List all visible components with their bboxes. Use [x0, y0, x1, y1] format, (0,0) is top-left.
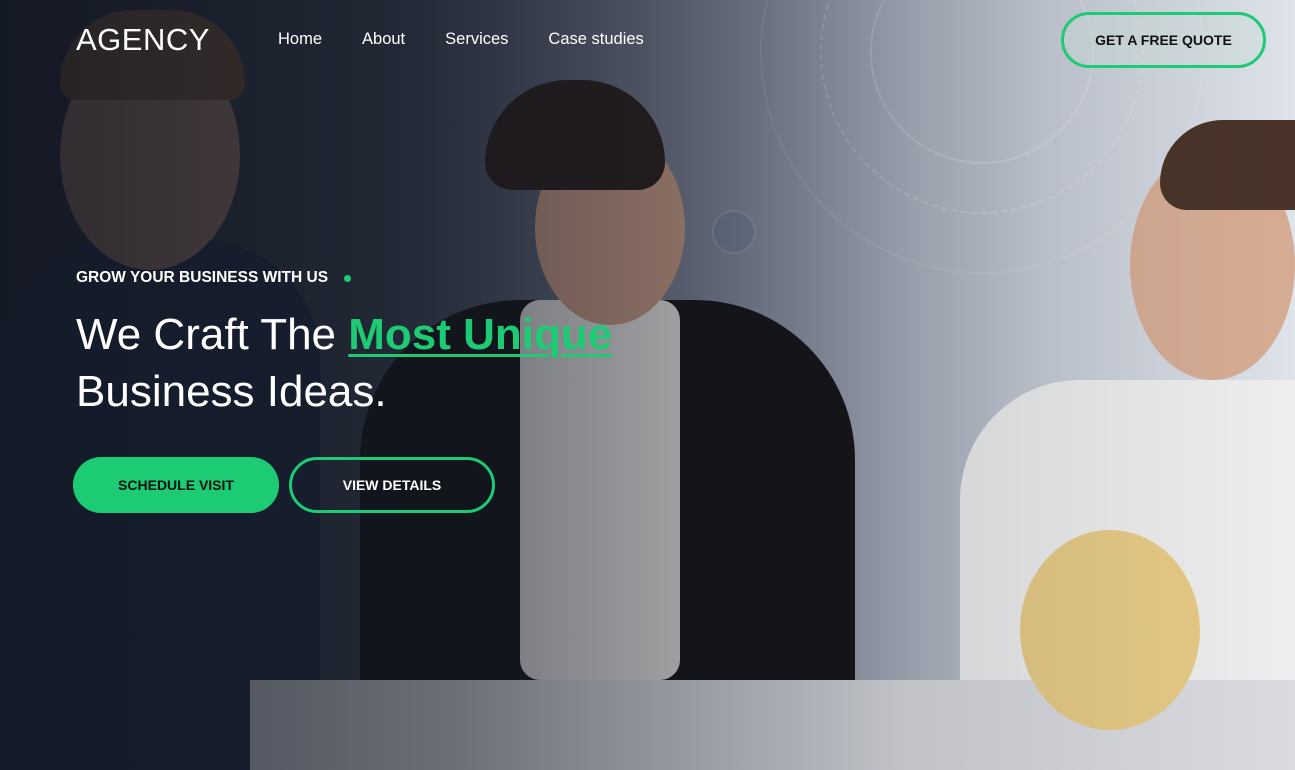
headline-highlight: Most Unique: [348, 310, 613, 359]
nav-item-about[interactable]: About: [362, 30, 405, 49]
view-details-button[interactable]: VIEW DETAILS: [289, 457, 495, 513]
hero-headline: We Craft The Most Unique Business Ideas.: [76, 306, 636, 420]
headline-part-2: Business Ideas.: [76, 367, 387, 416]
eyebrow-text: GROW YOUR BUSINESS WITH US: [76, 269, 329, 286]
hero-eyebrow: GROW YOUR BUSINESS WITH US: [76, 269, 352, 287]
schedule-visit-button[interactable]: SCHEDULE VISIT: [73, 457, 279, 513]
nav-item-case-studies[interactable]: Case studies: [548, 30, 643, 49]
nav-item-services[interactable]: Services: [445, 30, 508, 49]
headline-part-1: We Craft The: [76, 310, 349, 359]
get-free-quote-button[interactable]: GET A FREE QUOTE: [1061, 12, 1266, 68]
site-logo[interactable]: AGENCY: [76, 22, 210, 58]
accent-dot-icon: [344, 274, 352, 282]
main-nav: Home About Services Case studies: [278, 30, 644, 49]
nav-item-home[interactable]: Home: [278, 30, 322, 49]
